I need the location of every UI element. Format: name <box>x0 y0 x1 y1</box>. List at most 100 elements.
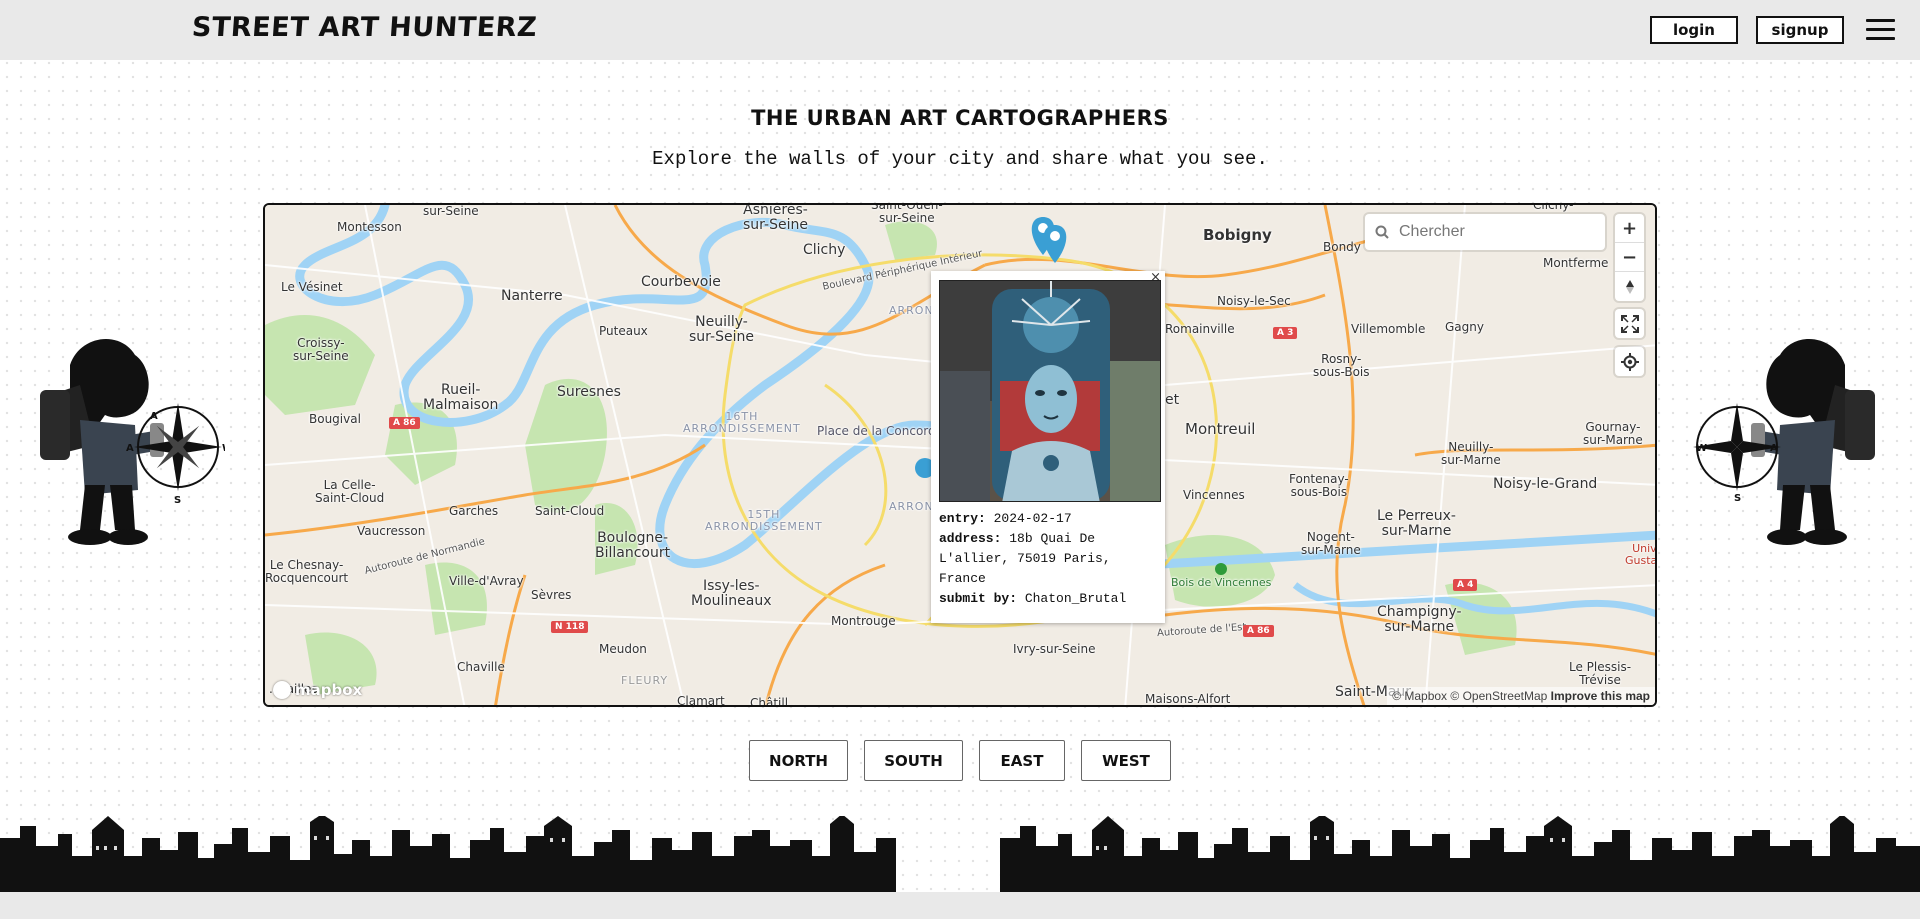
zoom-in-button[interactable]: + <box>1615 214 1644 243</box>
zoom-out-button[interactable]: − <box>1615 243 1644 272</box>
place-label: Sèvres <box>531 588 572 602</box>
place-label: Rosny- sous-Bois <box>1313 352 1370 380</box>
map-search-box[interactable] <box>1365 214 1605 250</box>
place-label: Croissy- sur-Seine <box>293 336 349 364</box>
place-label: Fontenay- sous-Bois <box>1289 472 1349 500</box>
place-label: Rueil- Malmaison <box>423 382 499 414</box>
login-button[interactable]: login <box>1650 16 1738 44</box>
place-label: Ivry-sur-Seine <box>1013 642 1096 656</box>
place-label: Montreuil <box>1185 420 1256 438</box>
place-label: La Celle- Saint-Cloud <box>315 478 385 506</box>
place-label: Meudon <box>599 642 647 656</box>
place-label: Unive Gustave <box>1625 542 1657 568</box>
place-label: Gournay- sur-Marne <box>1583 420 1643 448</box>
improve-map-link[interactable]: Improve this map <box>1551 689 1650 703</box>
place-label: 15TH ARRONDISSEMENT <box>705 508 823 534</box>
geolocate-icon <box>1620 352 1639 371</box>
page-title: THE URBAN ART CARTOGRAPHERS <box>751 106 1169 130</box>
road-shield: A 86 <box>1243 625 1274 637</box>
submitter-value: Chaton_Brutal <box>1024 591 1127 606</box>
graffiti-hunter-left-icon: W S A A <box>40 338 225 545</box>
place-label: et <box>1165 392 1180 408</box>
place-label: Saint-Ouen- sur-Seine <box>871 203 943 226</box>
place-label: Vaucresson <box>357 524 426 538</box>
map-attribution: © Mapbox © OpenStreetMap Improve this ma… <box>1387 687 1655 705</box>
road-shield: N 118 <box>551 621 589 633</box>
place-label: Nogent- sur-Marne <box>1301 530 1361 558</box>
place-label: Champigny- sur-Marne <box>1377 604 1462 636</box>
city-skyline-decoration <box>0 816 1920 892</box>
place-label: Montrouge <box>831 614 896 628</box>
place-label: Clichy <box>803 242 846 258</box>
address-label: address: <box>939 531 1002 546</box>
attribution-osm-link[interactable]: © OpenStreetMap <box>1450 689 1547 703</box>
east-button[interactable]: EAST <box>979 740 1065 781</box>
place-label: Ville-d'Avray <box>449 574 524 588</box>
road-shield: A 3 <box>1273 327 1298 339</box>
place-label: Villemomble <box>1351 322 1426 336</box>
svg-text:A: A <box>1770 443 1778 454</box>
svg-text:S: S <box>1734 493 1741 504</box>
entry-value: 2024-02-17 <box>993 511 1072 526</box>
map-container[interactable]: Montesson sur-Seine Asnières- sur-Seine … <box>263 203 1657 707</box>
hamburger-menu-icon[interactable] <box>1866 19 1895 41</box>
top-header: STREET ART HUNTERZ login signup <box>0 0 1920 60</box>
submit-label: submit by: <box>939 591 1018 606</box>
compass-rose-icon: W S A A <box>126 403 225 506</box>
place-label: Châtill... <box>750 696 800 707</box>
place-label: sur-Seine <box>423 204 479 218</box>
place-label: Place de la Concorde <box>817 424 944 438</box>
place-label: Clichy- <box>1533 203 1574 212</box>
place-label: Bois de Vincennes <box>1171 576 1272 589</box>
place-label: Clamart <box>677 694 725 707</box>
place-label: Boulogne- Billancourt <box>595 530 671 562</box>
svg-text:A: A <box>126 443 134 454</box>
west-button[interactable]: WEST <box>1081 740 1171 781</box>
geolocate-button[interactable] <box>1615 347 1644 376</box>
place-label: Courbevoie <box>641 274 721 290</box>
place-label: Le Perreux- sur-Marne <box>1377 508 1456 540</box>
place-label: Le Chesnay- Rocquencourt <box>265 558 349 586</box>
svg-text:W: W <box>222 443 225 454</box>
place-label: Garches <box>449 504 499 518</box>
place-label: Gagny <box>1445 320 1484 334</box>
site-logo[interactable]: STREET ART HUNTERZ <box>191 12 538 43</box>
compass-reset-button[interactable] <box>1615 272 1644 301</box>
place-label: Vincennes <box>1183 488 1245 502</box>
place-label: Bondy <box>1323 240 1361 254</box>
artwork-popup: × entry: 2024-02-17 address: 18b Quai De… <box>931 270 1165 623</box>
place-label: Maisons-Alfort <box>1145 692 1231 706</box>
place-label: Bougival <box>309 412 361 426</box>
map-search-input[interactable] <box>1399 223 1579 241</box>
place-label: Saint-Cloud <box>535 504 605 518</box>
compass-needle-icon <box>1625 279 1634 294</box>
svg-text:S: S <box>174 495 181 506</box>
place-label: Suresnes <box>557 384 621 400</box>
place-label: 16TH ARRONDISSEMENT <box>683 410 801 436</box>
place-label: Chaville <box>457 660 505 674</box>
mapbox-logo-icon <box>273 681 291 699</box>
svg-text:W: W <box>1696 443 1707 454</box>
place-label: Asnières- sur-Seine <box>743 203 808 234</box>
north-button[interactable]: NORTH <box>749 740 848 781</box>
road-shield: A 4 <box>1453 579 1478 591</box>
mapbox-logo[interactable]: mapbox <box>273 681 362 699</box>
place-label: Le Vésinet <box>281 280 343 294</box>
fullscreen-button[interactable] <box>1615 309 1644 338</box>
place-label: Montferme <box>1543 256 1609 270</box>
place-label: Noisy-le-Sec <box>1217 294 1291 308</box>
place-label: Issy-les- Moulineaux <box>691 578 772 610</box>
place-label: Puteaux <box>599 324 648 338</box>
place-label: ARRON <box>889 304 934 317</box>
zoom-controls: + − <box>1615 214 1644 301</box>
signup-button[interactable]: signup <box>1756 16 1844 44</box>
place-label: Romainville <box>1165 322 1235 336</box>
place-label: Nanterre <box>501 288 563 304</box>
artwork-photo[interactable] <box>939 280 1161 502</box>
place-label: FLEURY <box>621 674 669 687</box>
footer-bar <box>0 892 1920 919</box>
south-button[interactable]: SOUTH <box>864 740 963 781</box>
graffiti-hunter-right-icon: W S A <box>1693 338 1875 545</box>
attribution-mapbox-link[interactable]: © Mapbox <box>1392 689 1447 703</box>
road-shield: A 86 <box>389 417 420 429</box>
